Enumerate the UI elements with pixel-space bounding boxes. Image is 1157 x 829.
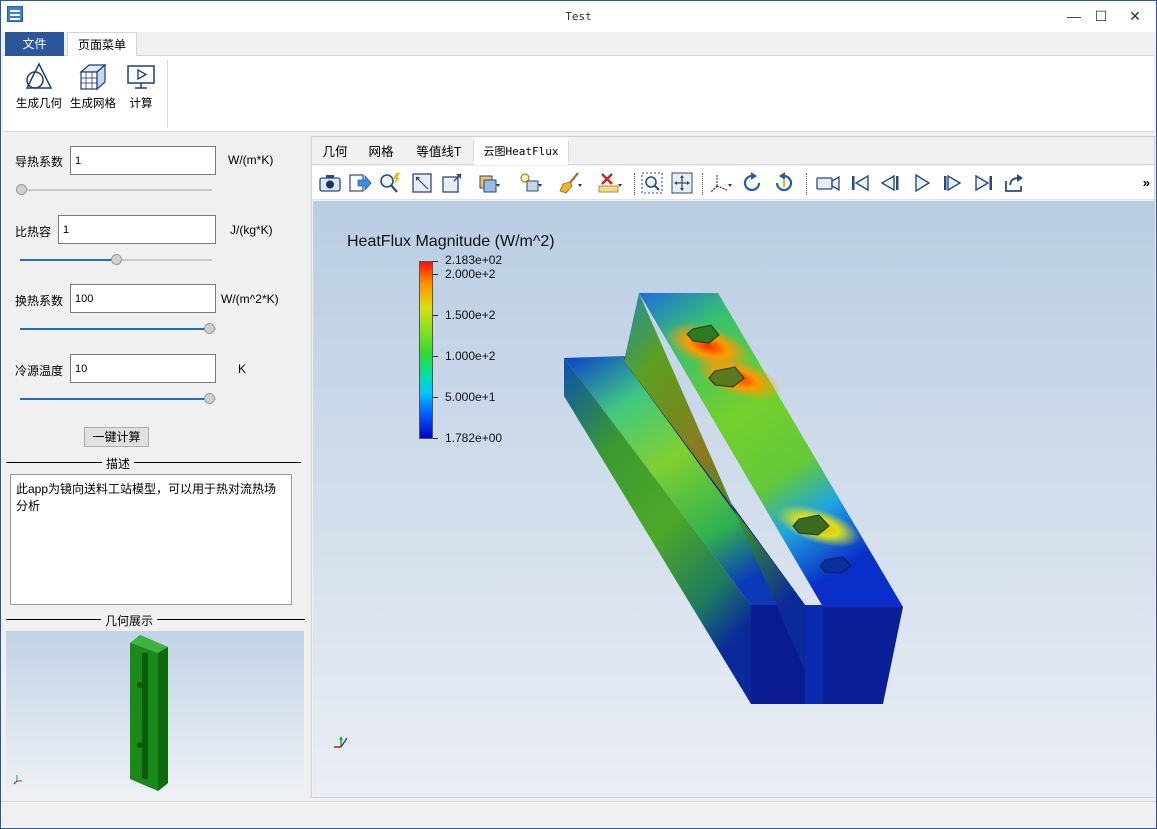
clear-brush-icon[interactable]: [558, 171, 582, 195]
window-title: Test: [565, 10, 592, 23]
ribbon-separator: [167, 60, 168, 128]
compute-label: 计算: [129, 98, 153, 110]
slider-thumb[interactable]: [111, 254, 122, 265]
description-text: 此app为镜向送料工站模型，可以用于热对流热场分析: [10, 474, 292, 605]
zoom-box-icon[interactable]: [440, 171, 464, 195]
zoom-pick-icon[interactable]: [378, 171, 402, 195]
ruler-delete-icon[interactable]: [598, 171, 622, 195]
toolbar-separator: [806, 173, 807, 195]
heat-transfer-coeff-unit: W/(m^2*K): [221, 292, 279, 306]
thermal-conductivity-unit: W/(m*K): [228, 153, 274, 167]
tab-file[interactable]: 文件: [5, 32, 64, 56]
geometry-shapes-icon: [23, 62, 55, 92]
toolbar-separator: [634, 173, 635, 195]
monitor-play-icon: [125, 62, 157, 92]
title-bar: Test — ☐ ✕: [1, 1, 1156, 32]
display-mode-icon[interactable]: [476, 171, 500, 195]
thermal-conductivity-input[interactable]: 1: [70, 146, 216, 175]
ribbon-panel: 生成几何 生成网格 计算: [3, 56, 1154, 132]
camera-capture-icon[interactable]: [318, 171, 342, 195]
generate-mesh-label: 生成网格: [70, 98, 116, 110]
toolbar-overflow-icon[interactable]: »: [1143, 175, 1150, 190]
close-button[interactable]: ✕: [1118, 1, 1152, 31]
lighting-icon[interactable]: [518, 171, 542, 195]
slider-thumb[interactable]: [204, 323, 215, 334]
cold-source-temp-input[interactable]: 10: [70, 354, 216, 383]
loop-export-icon[interactable]: [1002, 171, 1026, 195]
next-frame-icon[interactable]: [940, 171, 964, 195]
ribbon-tab-bar: 文件 页面菜单: [3, 32, 1154, 57]
heat-transfer-coeff-label: 换热系数: [15, 294, 64, 308]
last-frame-icon[interactable]: [972, 171, 996, 195]
view-panel: 几何 网格 等值线T 云图HeatFlux » HeatFlux Magnitu…: [311, 136, 1155, 798]
previous-frame-icon[interactable]: [878, 171, 902, 195]
play-icon[interactable]: [910, 171, 934, 195]
specific-heat-slider[interactable]: [20, 253, 212, 267]
mesh-cube-icon: [77, 62, 109, 92]
tab-page-menu[interactable]: 页面菜单: [67, 32, 137, 57]
zoom-region-icon[interactable]: [640, 171, 664, 195]
first-frame-icon[interactable]: [848, 171, 872, 195]
fit-view-icon[interactable]: [410, 171, 434, 195]
geometry-preview-viewport[interactable]: [6, 631, 304, 797]
generate-geometry-label: 生成几何: [16, 98, 62, 110]
generate-geometry-button[interactable]: 生成几何: [15, 62, 63, 111]
specific-heat-unit: J/(kg*K): [230, 223, 273, 237]
description-divider: [6, 462, 301, 463]
tab-contour-t[interactable]: 等值线T: [406, 137, 472, 165]
specific-heat-label: 比热容: [15, 225, 52, 239]
toolbar-separator: [702, 173, 703, 195]
parameter-panel: 导热系数 1 W/(m*K) 比热容 1 J/(kg*K) 换热系数 100 W…: [5, 136, 305, 798]
description-title: 描述: [102, 455, 135, 472]
cold-source-temp-unit: K: [238, 362, 247, 376]
slider-thumb[interactable]: [16, 184, 27, 195]
heatflux-model-render: [334, 293, 903, 748]
rotate-cw-icon[interactable]: [740, 171, 764, 195]
app-window: Test — ☐ ✕ 文件 页面菜单 生成几何 生成网格 计算 导热系数 1 W…: [0, 0, 1157, 829]
view-tab-bar: 几何 网格 等值线T 云图HeatFlux: [312, 137, 1154, 165]
tab-mesh[interactable]: 网格: [358, 137, 404, 165]
tab-geometry[interactable]: 几何: [312, 137, 358, 165]
one-click-calc-button[interactable]: 一键计算: [84, 427, 149, 447]
export-arrow-icon[interactable]: [348, 171, 372, 195]
thermal-conductivity-slider[interactable]: [16, 183, 212, 197]
cold-source-temp-label: 冷源温度: [15, 364, 64, 378]
pan-move-icon[interactable]: [670, 171, 694, 195]
generate-mesh-button[interactable]: 生成网格: [67, 62, 119, 111]
status-bar: [1, 801, 1156, 828]
view-toolbar: »: [312, 166, 1154, 200]
heatflux-3d-viewport[interactable]: HeatFlux Magnitude (W/m^2) 2.183e+02 2.0…: [313, 201, 1155, 797]
rotate-ccw-icon[interactable]: [772, 171, 796, 195]
tab-cloud-heatflux[interactable]: 云图HeatFlux: [474, 137, 568, 165]
cold-source-temp-slider[interactable]: [20, 392, 216, 406]
thermal-conductivity-label: 导热系数: [15, 155, 64, 169]
video-record-icon[interactable]: [816, 171, 840, 195]
maximize-button[interactable]: ☐: [1084, 1, 1118, 31]
slider-thumb[interactable]: [204, 393, 215, 404]
tab-separator: [568, 141, 569, 161]
specific-heat-input[interactable]: 1: [58, 215, 216, 244]
compute-button[interactable]: 计算: [123, 62, 159, 111]
geometry-preview-title: 几何展示: [101, 612, 158, 629]
heat-transfer-coeff-slider[interactable]: [20, 322, 216, 336]
axes-orientation-icon[interactable]: [708, 171, 732, 195]
heat-transfer-coeff-input[interactable]: 100: [70, 284, 216, 313]
